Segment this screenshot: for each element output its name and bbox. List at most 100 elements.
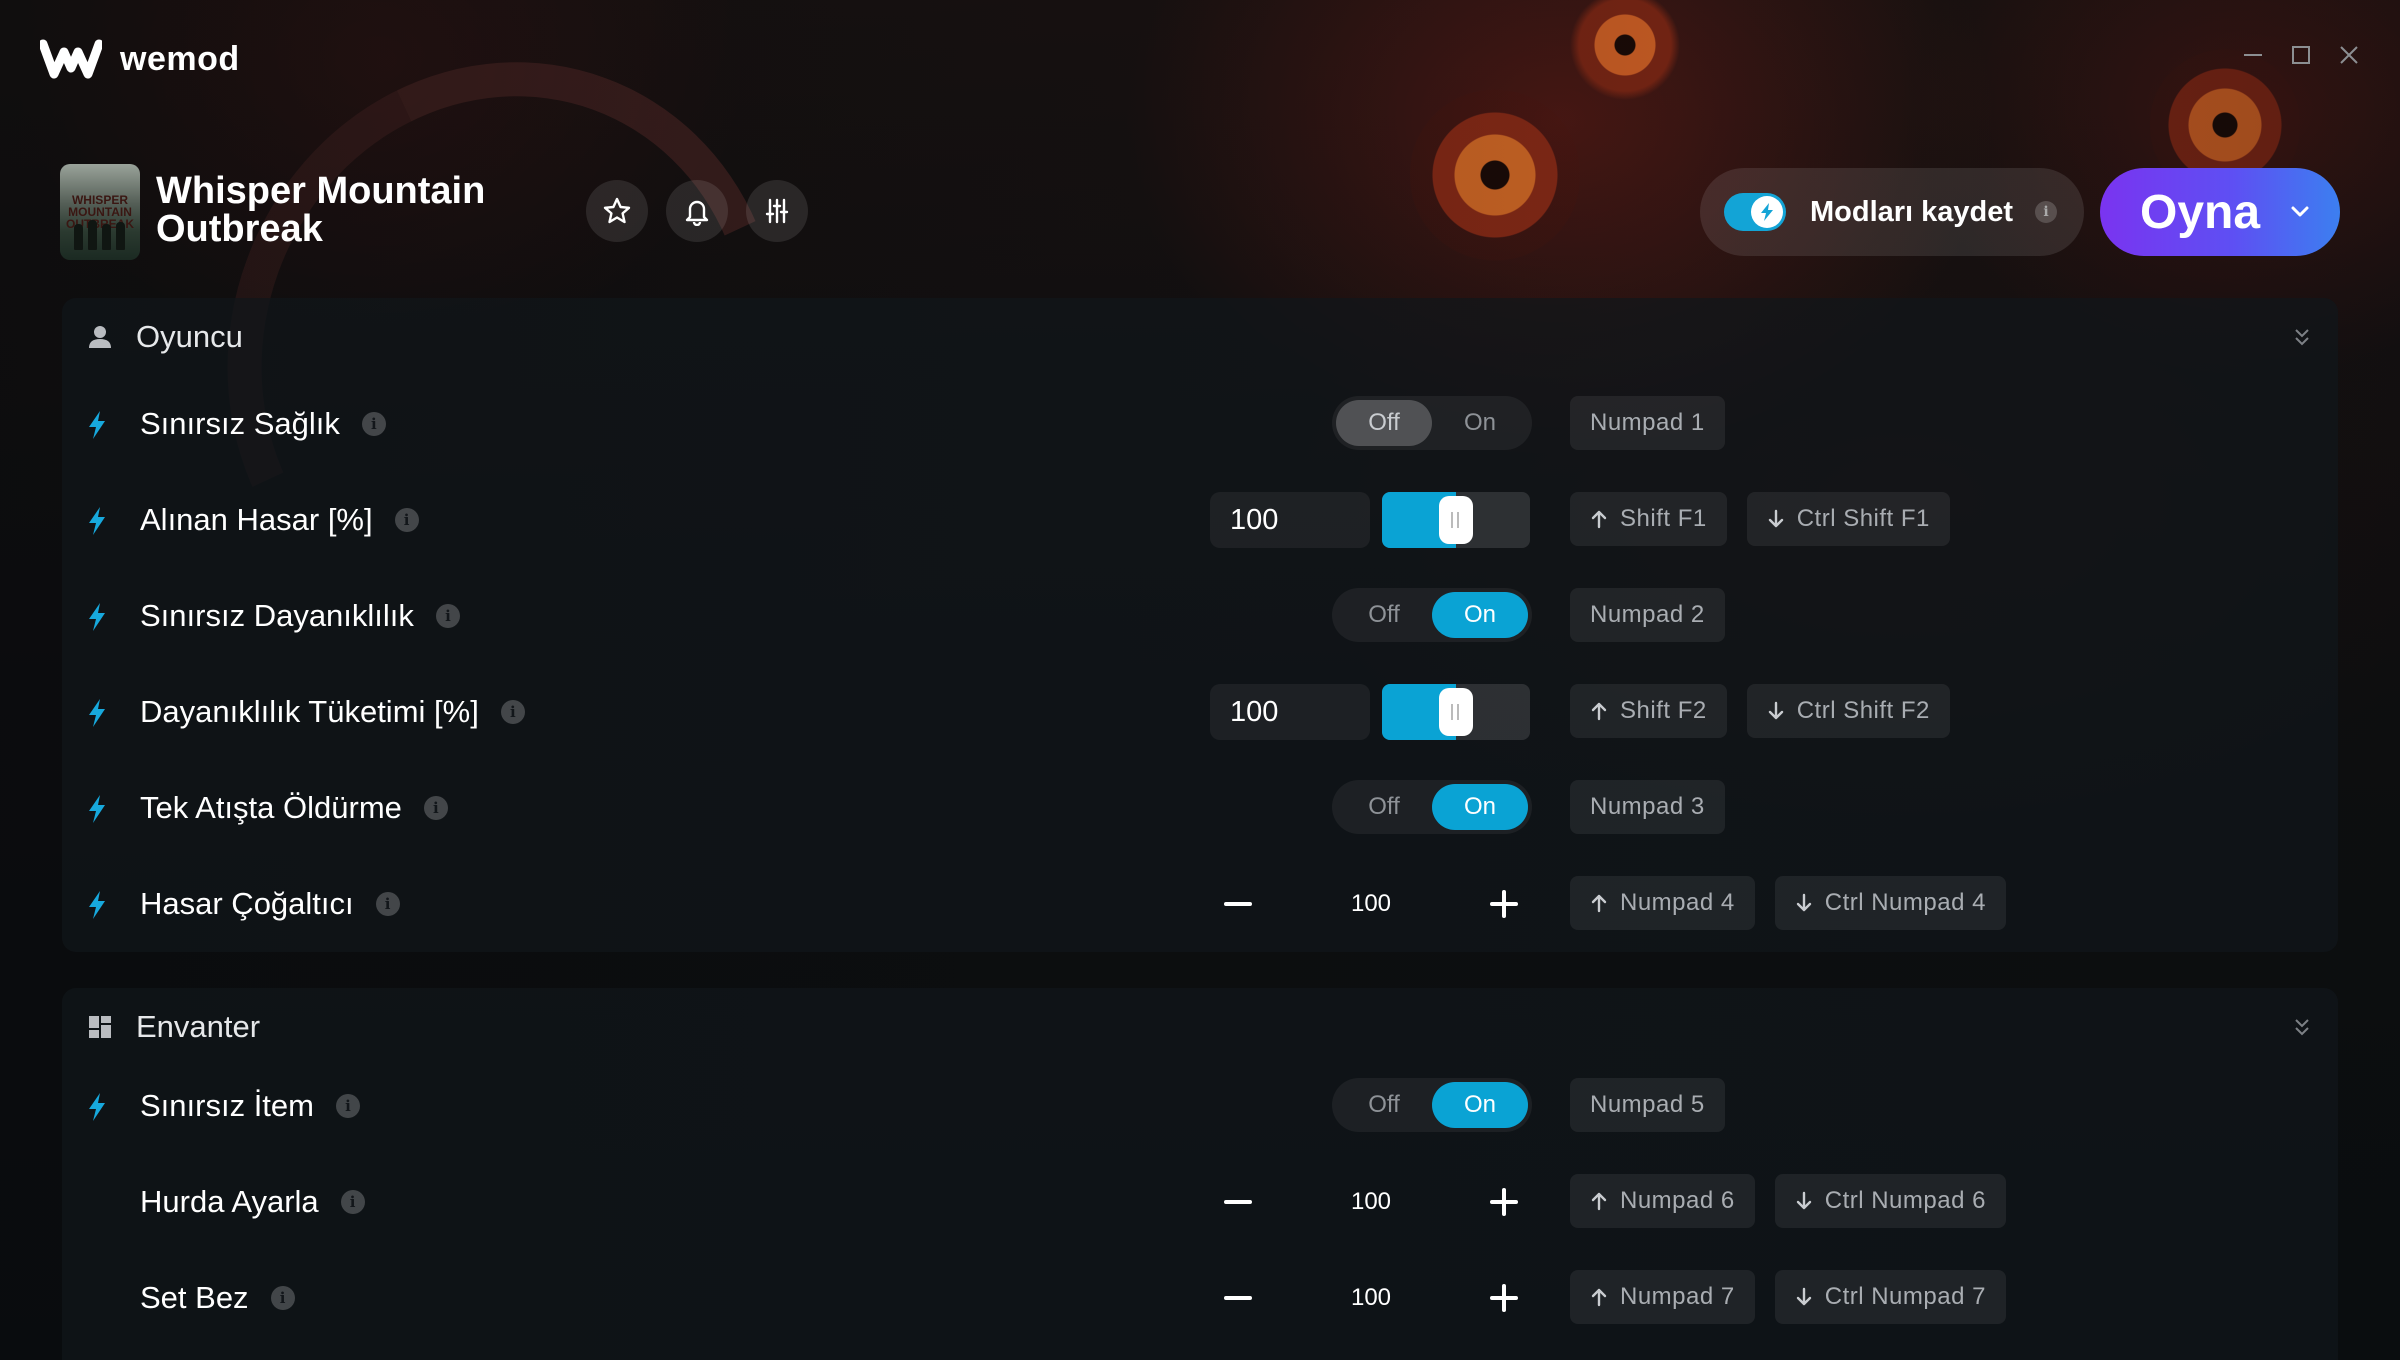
toggle-off-option[interactable]: Off bbox=[1336, 592, 1432, 638]
info-icon[interactable]: i bbox=[375, 892, 400, 916]
toggle-on-option[interactable]: On bbox=[1432, 784, 1528, 830]
collapse-icon[interactable] bbox=[2290, 1014, 2314, 1040]
save-mods-control[interactable]: Modları kaydet i bbox=[1700, 168, 2084, 256]
bolt-icon bbox=[89, 1093, 105, 1121]
toggle-off-option[interactable]: Off bbox=[1336, 400, 1432, 446]
plus-icon bbox=[1490, 1284, 1518, 1312]
hotkey-label: Numpad 6 bbox=[1620, 1187, 1735, 1214]
hotkeys: Numpad 6 Ctrl Numpad 6 bbox=[1570, 1174, 2006, 1228]
section-player: Oyuncu Sınırsız Sağlık i Off On Numpad 1 Al… bbox=[62, 298, 2338, 952]
info-icon[interactable]: i bbox=[361, 412, 386, 436]
hotkey-button[interactable]: Shift F1 bbox=[1570, 492, 1727, 546]
value-input[interactable]: 100 bbox=[1210, 684, 1370, 740]
section-header[interactable]: Oyuncu bbox=[62, 298, 2338, 376]
chevron-down-icon[interactable] bbox=[2288, 200, 2312, 224]
save-mods-toggle[interactable] bbox=[1724, 193, 1786, 231]
increment-button[interactable] bbox=[1476, 1174, 1532, 1230]
collapse-icon[interactable] bbox=[2290, 324, 2314, 350]
minus-icon bbox=[1224, 1296, 1252, 1300]
close-icon[interactable] bbox=[2338, 44, 2360, 66]
decrement-button[interactable] bbox=[1210, 876, 1266, 932]
hotkeys: Shift F2 Ctrl Shift F2 bbox=[1570, 684, 1950, 738]
hotkey-button[interactable]: Ctrl Shift F1 bbox=[1746, 492, 1950, 546]
minimize-icon[interactable] bbox=[2242, 44, 2264, 66]
info-icon[interactable]: i bbox=[335, 1094, 360, 1118]
game-title-line1: Whisper Mountain bbox=[156, 170, 486, 212]
cheat-label: Sınırsız Dayanıklılık bbox=[140, 598, 414, 633]
slider-thumb[interactable] bbox=[1439, 688, 1473, 736]
plus-icon bbox=[1490, 1188, 1518, 1216]
decrement-button[interactable] bbox=[1210, 1270, 1266, 1326]
hotkey-button[interactable]: Numpad 6 bbox=[1570, 1174, 1755, 1228]
hotkey-label: Ctrl Numpad 6 bbox=[1824, 1187, 1986, 1214]
cheat-label: Alınan Hasar [%] bbox=[140, 502, 373, 537]
hotkey-label: Numpad 2 bbox=[1590, 601, 1705, 628]
maximize-icon[interactable] bbox=[2290, 44, 2312, 66]
arrow-down-icon bbox=[1768, 509, 1783, 528]
hotkey-button[interactable]: Numpad 1 bbox=[1570, 396, 1725, 450]
cheat-label-wrap: Hasar Çoğaltıcı i bbox=[140, 886, 400, 922]
toggle-on-option[interactable]: On bbox=[1432, 1082, 1528, 1128]
cheat-label-wrap: Tek Atışta Öldürme i bbox=[140, 790, 448, 826]
wemod-logo-icon bbox=[40, 39, 102, 79]
bolt-icon bbox=[89, 699, 105, 727]
on-off-toggle[interactable]: Off On bbox=[1332, 780, 1532, 834]
cheat-row: Sınırsız İtem i Off On Numpad 5 bbox=[62, 1058, 2338, 1154]
hotkey-button[interactable]: Ctrl Numpad 7 bbox=[1774, 1270, 2006, 1324]
save-mods-label: Modları kaydet bbox=[1810, 195, 2014, 228]
toggle-off-option[interactable]: Off bbox=[1336, 784, 1432, 830]
info-icon[interactable]: i bbox=[2035, 201, 2058, 223]
hotkey-button[interactable]: Numpad 5 bbox=[1570, 1078, 1725, 1132]
hotkeys: Numpad 5 bbox=[1570, 1078, 1725, 1132]
cheat-label-wrap: Sınırsız İtem i bbox=[140, 1088, 360, 1124]
cheat-label: Hasar Çoğaltıcı bbox=[140, 886, 354, 921]
hotkey-button[interactable]: Ctrl Shift F2 bbox=[1746, 684, 1950, 738]
hotkey-button[interactable]: Numpad 3 bbox=[1570, 780, 1725, 834]
toggle-off-option[interactable]: Off bbox=[1336, 1082, 1432, 1128]
info-icon[interactable]: i bbox=[435, 604, 460, 628]
bolt-icon bbox=[1761, 203, 1773, 221]
cheat-row: Set Bez i 100 Numpad 7 Ctrl Numpad 7 bbox=[62, 1250, 2338, 1346]
hotkey-button[interactable]: Numpad 2 bbox=[1570, 588, 1725, 642]
on-off-toggle[interactable]: Off On bbox=[1332, 396, 1532, 450]
toggle-on-option[interactable]: On bbox=[1432, 400, 1528, 446]
arrow-up-icon bbox=[1591, 1192, 1607, 1211]
value-stepper: 100 bbox=[1210, 1270, 1532, 1326]
favorite-button[interactable] bbox=[586, 180, 648, 242]
bolt-icon bbox=[89, 507, 105, 535]
section-header[interactable]: Envanter bbox=[62, 988, 2338, 1066]
hotkey-button[interactable]: Shift F2 bbox=[1570, 684, 1727, 738]
decrement-button[interactable] bbox=[1210, 1174, 1266, 1230]
increment-button[interactable] bbox=[1476, 876, 1532, 932]
stepper-value: 100 bbox=[1350, 1284, 1392, 1311]
arrow-up-icon bbox=[1591, 894, 1607, 913]
increment-button[interactable] bbox=[1476, 1270, 1532, 1326]
settings-button[interactable] bbox=[746, 180, 808, 242]
bell-icon bbox=[685, 200, 709, 226]
hotkey-button[interactable]: Ctrl Numpad 4 bbox=[1774, 876, 2006, 930]
bolt-icon bbox=[89, 795, 105, 823]
sliders-icon bbox=[765, 198, 789, 224]
value-slider[interactable] bbox=[1382, 492, 1530, 548]
wemod-logo[interactable]: wemod bbox=[40, 38, 240, 80]
slider-thumb[interactable] bbox=[1439, 496, 1473, 544]
info-icon[interactable]: i bbox=[500, 700, 525, 724]
info-icon[interactable]: i bbox=[394, 508, 419, 532]
arrow-down-icon bbox=[1768, 701, 1783, 720]
hotkey-button[interactable]: Numpad 7 bbox=[1570, 1270, 1755, 1324]
value-slider[interactable] bbox=[1382, 684, 1530, 740]
hotkey-button[interactable]: Ctrl Numpad 6 bbox=[1774, 1174, 2006, 1228]
info-icon[interactable]: i bbox=[423, 796, 448, 820]
minus-icon bbox=[1224, 902, 1252, 906]
notifications-button[interactable] bbox=[666, 180, 728, 242]
on-off-toggle[interactable]: Off On bbox=[1332, 588, 1532, 642]
cheat-row: Sınırsız Sağlık i Off On Numpad 1 bbox=[62, 376, 2338, 472]
play-button[interactable]: Oyna bbox=[2100, 168, 2340, 256]
hotkeys: Numpad 2 bbox=[1570, 588, 1725, 642]
toggle-on-option[interactable]: On bbox=[1432, 592, 1528, 638]
info-icon[interactable]: i bbox=[340, 1190, 365, 1214]
info-icon[interactable]: i bbox=[270, 1286, 295, 1310]
value-input[interactable]: 100 bbox=[1210, 492, 1370, 548]
hotkey-button[interactable]: Numpad 4 bbox=[1570, 876, 1755, 930]
on-off-toggle[interactable]: Off On bbox=[1332, 1078, 1532, 1132]
